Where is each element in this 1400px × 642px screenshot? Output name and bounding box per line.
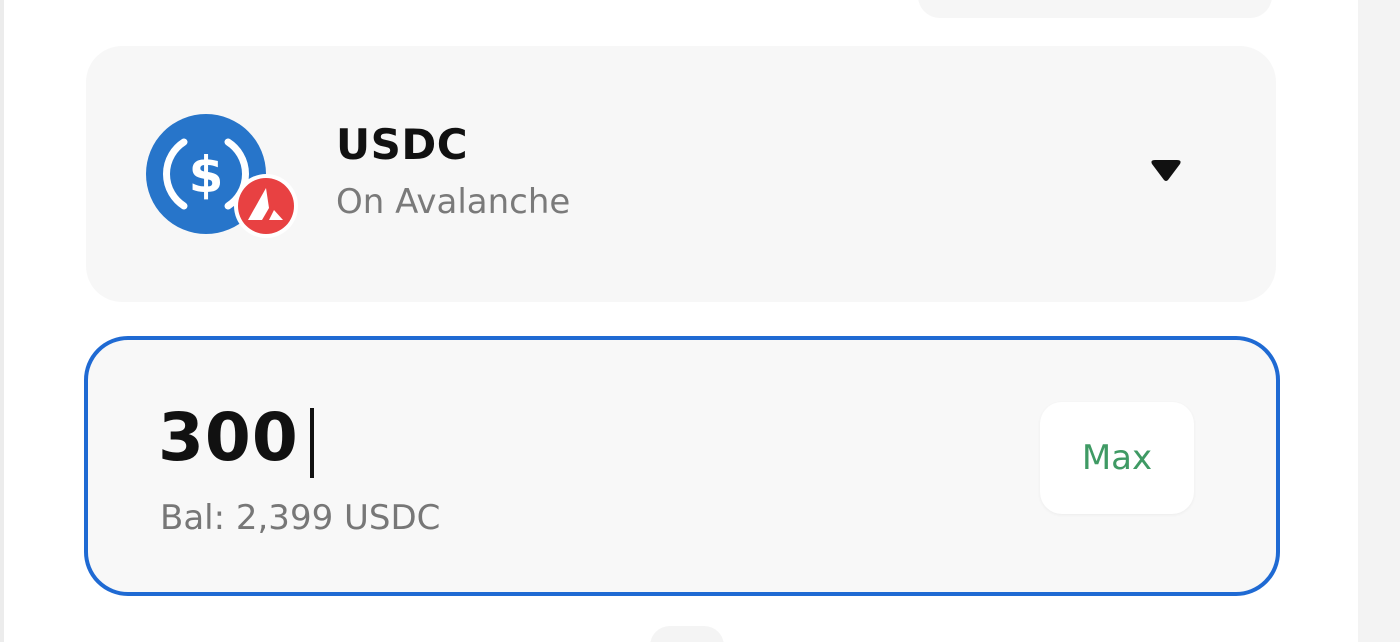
dropdown-caret-icon[interactable]: [1150, 158, 1182, 184]
scrollbar-track[interactable]: [1358, 0, 1400, 642]
amount-input-field[interactable]: 300 Bal: 2,399 USDC Max: [84, 336, 1280, 596]
transfer-panel: $ USDC On Avalanche 300 Bal: 2,399 USDC …: [0, 0, 1400, 642]
usdc-coin-icon: $: [146, 114, 298, 238]
balance-label: Bal: 2,399 USDC: [160, 498, 441, 538]
token-symbol: USDC: [336, 120, 469, 169]
max-button[interactable]: Max: [1040, 402, 1194, 514]
amount-value[interactable]: 300: [158, 398, 299, 478]
avalanche-badge-icon: [234, 174, 298, 238]
token-selector[interactable]: $ USDC On Avalanche: [86, 46, 1276, 302]
svg-text:$: $: [189, 146, 224, 204]
panel-left-border: [0, 0, 4, 642]
text-cursor: [310, 408, 314, 478]
previous-card-edge: [918, 0, 1272, 18]
token-network: On Avalanche: [336, 182, 571, 222]
swap-direction-button[interactable]: [650, 626, 724, 642]
